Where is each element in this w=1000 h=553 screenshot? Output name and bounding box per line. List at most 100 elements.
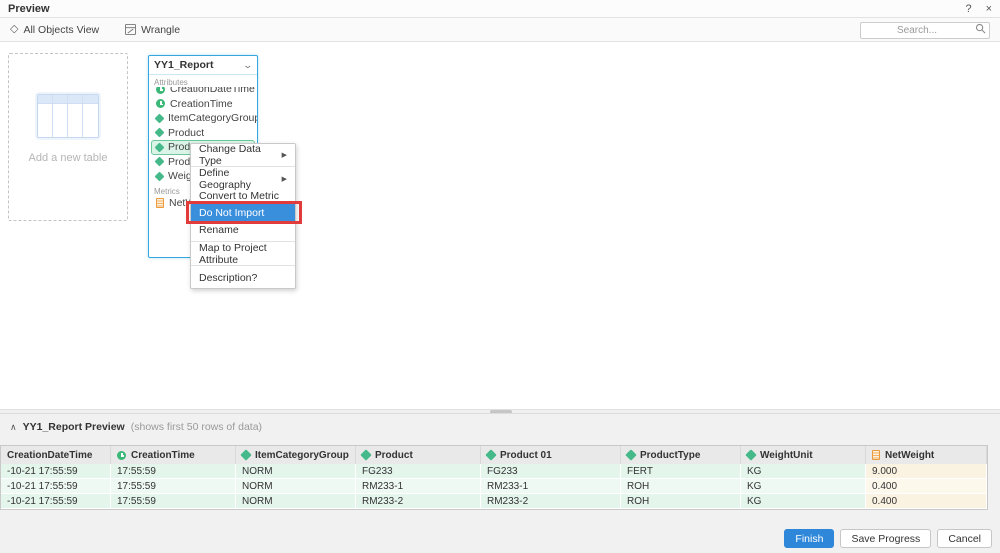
- column-header-label: CreationDateTime: [7, 450, 92, 461]
- attribute-item-label: CreationTime: [170, 98, 233, 110]
- save-progress-button[interactable]: Save Progress: [840, 529, 931, 548]
- table-cell: -10-21 17:55:59: [1, 479, 111, 494]
- preview-table-body: -10-21 17:55:5917:55:59NORMFG233FG233FER…: [1, 464, 987, 509]
- menu-item[interactable]: Map to Project Attribute: [191, 245, 295, 262]
- menu-item-label: Rename: [199, 224, 239, 236]
- table-cell: NORM: [236, 494, 356, 509]
- cancel-button[interactable]: Cancel: [937, 529, 992, 548]
- menu-item[interactable]: Rename: [191, 221, 295, 238]
- table-row: -10-21 17:55:5917:55:59NORMRM233-2RM233-…: [1, 494, 987, 509]
- attribute-icon: [155, 113, 165, 123]
- attribute-icon: [155, 142, 165, 152]
- table-row: -10-21 17:55:5917:55:59NORMRM233-1RM233-…: [1, 479, 987, 494]
- table-cell: NORM: [236, 479, 356, 494]
- submenu-arrow-icon: ▶: [282, 151, 287, 159]
- attributes-section-label: Attributes: [149, 75, 257, 87]
- chevron-down-icon[interactable]: ⌄: [243, 60, 254, 71]
- menu-item[interactable]: Do Not Import: [191, 204, 295, 221]
- table-cell: FG233: [356, 464, 481, 479]
- preview-panel-header: ∧ YY1_Report Preview (shows first 50 row…: [0, 414, 1000, 439]
- dataset-card-header[interactable]: YY1_Report ⌄: [149, 56, 257, 75]
- table-cell: KG: [741, 494, 866, 509]
- column-header[interactable]: WeightUnit: [741, 446, 866, 464]
- add-new-table-box[interactable]: Add a new table: [8, 53, 128, 221]
- field-context-menu: Change Data Type▶ Define Geography▶ Conver…: [190, 143, 296, 289]
- toolbar: ◇ All Objects View Wrangle: [0, 18, 1000, 42]
- column-header-label: Product: [375, 450, 413, 461]
- footer-actions: Finish Save Progress Cancel: [784, 529, 992, 548]
- menu-item[interactable]: Convert to Metric: [191, 187, 295, 204]
- attribute-icon: [625, 449, 636, 460]
- column-header[interactable]: NetWeight: [866, 446, 987, 464]
- menu-item[interactable]: Description?: [191, 269, 295, 286]
- table-cell: 17:55:59: [111, 494, 236, 509]
- attribute-item-label: ItemCategoryGroup: [168, 112, 257, 124]
- column-header-label: WeightUnit: [760, 450, 813, 461]
- close-button[interactable]: ×: [986, 0, 992, 18]
- attribute-icon: [360, 449, 371, 460]
- attribute-icon: [155, 171, 165, 181]
- preview-panel: ∧ YY1_Report Preview (shows first 50 row…: [0, 413, 1000, 553]
- table-cell: FG233: [481, 464, 621, 479]
- table-row: -10-21 17:55:5917:55:59NORMFG233FG233FER…: [1, 464, 987, 479]
- time-icon: [117, 451, 126, 460]
- attribute-item[interactable]: Product: [151, 126, 255, 141]
- attribute-item[interactable]: ItemCategoryGroup: [151, 111, 255, 126]
- preview-table-header-row: CreationDateTime CreationTime ItemCategory…: [1, 446, 987, 464]
- attribute-icon: [240, 449, 251, 460]
- column-header[interactable]: CreationDateTime: [1, 446, 111, 464]
- column-header[interactable]: Product: [356, 446, 481, 464]
- table-cell: 17:55:59: [111, 464, 236, 479]
- menu-item[interactable]: Define Geography▶: [191, 170, 295, 187]
- search-input[interactable]: [860, 22, 990, 39]
- attribute-item-label: CreationDateTime: [170, 87, 255, 95]
- preview-dialog: Preview ? × ◇ All Objects View Wrangle: [0, 0, 1000, 553]
- preview-subtitle: (shows first 50 rows of data): [131, 421, 262, 433]
- page-title: Preview: [8, 3, 50, 15]
- column-header-label: Product 01: [500, 450, 552, 461]
- menu-item-label: Do Not Import: [199, 207, 264, 219]
- window-controls: ? ×: [965, 0, 992, 18]
- table-cell: ROH: [621, 494, 741, 509]
- all-objects-view-button[interactable]: ◇ All Objects View: [10, 24, 99, 36]
- table-cell: -10-21 17:55:59: [1, 464, 111, 479]
- table-cell: RM233-1: [356, 479, 481, 494]
- table-cell: FERT: [621, 464, 741, 479]
- column-header[interactable]: ItemCategoryGroup: [236, 446, 356, 464]
- column-header[interactable]: CreationTime: [111, 446, 236, 464]
- attribute-icon: [745, 449, 756, 460]
- finish-button[interactable]: Finish: [784, 529, 834, 548]
- table-cell: 9.000: [866, 464, 987, 479]
- attribute-icon: [155, 128, 165, 138]
- metric-icon: [156, 198, 164, 208]
- table-cell: KG: [741, 464, 866, 479]
- column-header[interactable]: ProductType: [621, 446, 741, 464]
- table-icon: [37, 94, 99, 138]
- column-header[interactable]: Product 01: [481, 446, 621, 464]
- attribute-icon: [485, 449, 496, 460]
- import-canvas: Add a new table YY1_Report ⌄ Attributes …: [0, 43, 1000, 409]
- attribute-icon: [155, 157, 165, 167]
- column-header-label: ItemCategoryGroup: [255, 450, 349, 461]
- wrangle-icon: [125, 24, 136, 35]
- attribute-item[interactable]: CreationDateTime: [151, 87, 255, 97]
- column-header-label: NetWeight: [885, 450, 934, 461]
- column-header-label: ProductType: [640, 450, 700, 461]
- table-cell: KG: [741, 479, 866, 494]
- metric-icon: [872, 450, 880, 460]
- table-cell: 0.400: [866, 494, 987, 509]
- preview-table: CreationDateTime CreationTime ItemCategory…: [0, 445, 988, 510]
- collapse-chevron-icon[interactable]: ∧: [10, 422, 17, 433]
- attribute-item[interactable]: CreationTime: [151, 97, 255, 112]
- table-cell: 17:55:59: [111, 479, 236, 494]
- title-bar: Preview ? ×: [0, 0, 1000, 18]
- menu-item[interactable]: Change Data Type▶: [191, 146, 295, 163]
- help-button[interactable]: ?: [965, 0, 971, 18]
- menu-item-label: Convert to Metric: [199, 190, 279, 202]
- table-cell: NORM: [236, 464, 356, 479]
- attribute-item-label: Product: [168, 127, 204, 139]
- search-box: [860, 20, 990, 39]
- table-cell: RM233-2: [356, 494, 481, 509]
- search-icon: [975, 23, 986, 34]
- wrangle-button[interactable]: Wrangle: [125, 24, 180, 36]
